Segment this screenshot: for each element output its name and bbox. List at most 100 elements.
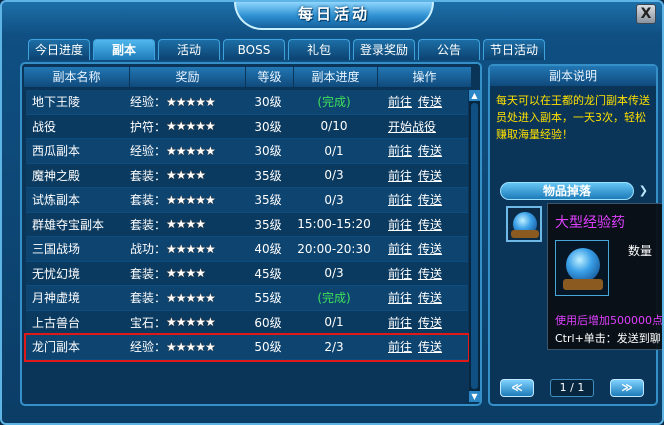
table-row[interactable]: 无忧幻境 套装： ★★★★ 45级 0/3 前往 传送	[26, 261, 468, 286]
scrollbar[interactable]: ▲ ▼	[469, 90, 480, 402]
teleport-link[interactable]: 传送	[418, 338, 442, 355]
scroll-down-arrow-icon[interactable]: ▼	[469, 391, 480, 402]
dungeon-progress: 20:00-20:30	[297, 241, 371, 256]
orb-stand	[563, 279, 603, 290]
page-navigation: ≪ 1 / 1 ≫	[500, 378, 644, 398]
goto-link[interactable]: 前往	[388, 265, 412, 282]
dungeon-name: 上古兽台	[32, 315, 81, 330]
teleport-link[interactable]: 传送	[418, 289, 442, 306]
required-level: 30级	[254, 95, 282, 110]
tab-4[interactable]: 礼包	[288, 39, 351, 60]
next-page-button[interactable]: ≫	[610, 379, 644, 397]
table-row[interactable]: 月神虚境 套装： ★★★★★ 55级 (完成) 前往 传送	[26, 286, 468, 311]
action-links: 前往 传送	[376, 314, 468, 331]
exp-potion-icon	[566, 248, 600, 282]
teleport-link[interactable]: 传送	[418, 216, 442, 233]
tab-5[interactable]: 登录奖励	[353, 39, 416, 60]
scroll-up-arrow-icon[interactable]: ▲	[469, 90, 480, 101]
tooltip-ctrl-hint: Ctrl+单击：发送到聊	[555, 332, 661, 345]
teleport-link[interactable]: 传送	[418, 265, 442, 282]
required-level: 50级	[254, 340, 282, 355]
tab-1[interactable]: 副本	[93, 39, 156, 60]
goto-link[interactable]: 前往	[388, 216, 412, 233]
goto-link[interactable]: 前往	[388, 289, 412, 306]
window-title: 每日活动	[234, 2, 434, 30]
dungeon-name: 战役	[32, 119, 57, 134]
teleport-link[interactable]: 传送	[418, 167, 442, 184]
reward-cell: 经验： ★★★★★	[126, 93, 244, 110]
table-row[interactable]: 三国战场 战功： ★★★★★ 40级 20:00-20:30 前往 传送	[26, 237, 468, 262]
table-row[interactable]: 地下王陵 经验： ★★★★★ 30级 (完成) 前往 传送	[26, 90, 468, 115]
reward-type: 战功：	[130, 242, 167, 257]
tab-0[interactable]: 今日进度	[28, 39, 91, 60]
action-links: 前往 传送	[376, 240, 468, 257]
header-reward: 奖励	[130, 67, 246, 87]
table-row[interactable]: 试炼副本 套装： ★★★★★ 35级 0/3 前往 传送	[26, 188, 468, 213]
reward-cell: 经验： ★★★★★	[126, 142, 244, 159]
reward-type: 经验：	[130, 95, 167, 110]
teleport-link[interactable]: 传送	[418, 93, 442, 110]
dungeon-progress: 0/3	[324, 168, 344, 183]
teleport-link[interactable]: 传送	[418, 314, 442, 331]
goto-link[interactable]: 前往	[388, 240, 412, 257]
action-links: 前往 传送	[376, 338, 468, 355]
reward-type: 经验：	[130, 340, 167, 355]
item-tooltip: 大型经验药 数量 使用后增加500000点 Ctrl+单击：发送到聊	[547, 203, 662, 350]
action-links: 前往 传送	[376, 167, 468, 184]
dungeon-progress: 0/10	[320, 119, 348, 134]
reward-cell: 套装： ★★★★	[126, 216, 244, 233]
dungeon-progress: 2/3	[324, 339, 344, 354]
table-row[interactable]: 群雄夺宝副本 套装： ★★★★ 35级 15:00-15:20 前往 传送	[26, 212, 468, 237]
action-links: 前往 传送	[376, 265, 468, 282]
dungeon-name: 三国战场	[32, 242, 81, 257]
goto-link[interactable]: 前往	[388, 314, 412, 331]
info-description: 每天可以在王都的龙门副本传送员处进入副本，一天3次，轻松赚取海量经验！	[496, 94, 650, 141]
required-level: 35级	[254, 193, 282, 208]
star-rating-icon: ★★★★	[166, 266, 206, 281]
required-level: 55级	[254, 291, 282, 306]
required-level: 40级	[254, 242, 282, 257]
tab-7[interactable]: 节日活动	[483, 39, 546, 60]
tab-2[interactable]: 活动	[158, 39, 221, 60]
teleport-link[interactable]: 传送	[418, 191, 442, 208]
reward-type: 经验：	[130, 144, 167, 159]
required-level: 45级	[254, 266, 282, 281]
action-links: 前往 传送	[376, 191, 468, 208]
tab-3[interactable]: BOSS	[223, 39, 286, 60]
tooltip-quantity-label: 数量	[628, 244, 653, 258]
table-row[interactable]: 战役 护符： ★★★★★ 30级 0/10 开始战役	[26, 114, 468, 139]
drop-item-slot[interactable]	[506, 206, 542, 242]
table-row[interactable]: 龙门副本 经验： ★★★★★ 50级 2/3 前往 传送	[24, 333, 470, 362]
reward-type: 护符：	[130, 119, 167, 134]
teleport-link[interactable]: 传送	[418, 142, 442, 159]
close-button[interactable]: X	[636, 4, 656, 24]
teleport-link[interactable]: 传送	[418, 240, 442, 257]
goto-link[interactable]: 前往	[388, 93, 412, 110]
table-body: 地下王陵 经验： ★★★★★ 30级 (完成) 前往 传送 战役 护符： ★★★★★ 30级 0/10…	[24, 90, 470, 362]
goto-link[interactable]: 前往	[388, 338, 412, 355]
table-row[interactable]: 西瓜副本 经验： ★★★★★ 30级 0/1 前往 传送	[26, 139, 468, 164]
goto-link[interactable]: 前往	[388, 142, 412, 159]
daily-activity-window: 每日活动 X 今日进度 副本 活动 BOSS 礼包 登录奖励 公告 节日活动 副本名称 奖励 …	[0, 0, 664, 425]
reward-cell: 套装： ★★★★★	[126, 289, 244, 306]
action-links: 前往 传送	[376, 216, 468, 233]
tooltip-item-name: 大型经验药	[555, 215, 625, 231]
prev-page-button[interactable]: ≪	[500, 379, 534, 397]
dungeon-name: 无忧幻境	[32, 266, 81, 281]
dungeon-name: 地下王陵	[32, 95, 81, 110]
goto-link[interactable]: 开始战役	[388, 118, 436, 135]
star-rating-icon: ★★★★	[166, 168, 206, 183]
required-level: 30级	[254, 119, 282, 134]
table-row[interactable]: 上古兽台 宝石： ★★★★★ 60级 0/1 前往 传送	[26, 310, 468, 335]
reward-cell: 经验： ★★★★★	[126, 338, 244, 355]
goto-link[interactable]: 前往	[388, 167, 412, 184]
goto-link[interactable]: 前往	[388, 191, 412, 208]
reward-type: 宝石：	[130, 315, 167, 330]
header-level: 等级	[246, 67, 294, 87]
tab-6[interactable]: 公告	[418, 39, 481, 60]
dungeon-progress: (完成)	[317, 291, 351, 306]
header-progress: 副本进度	[294, 67, 378, 87]
table-row[interactable]: 魔神之殿 套装： ★★★★ 35级 0/3 前往 传送	[26, 163, 468, 188]
star-rating-icon: ★★★★★	[166, 143, 216, 158]
scroll-track[interactable]	[471, 103, 478, 389]
